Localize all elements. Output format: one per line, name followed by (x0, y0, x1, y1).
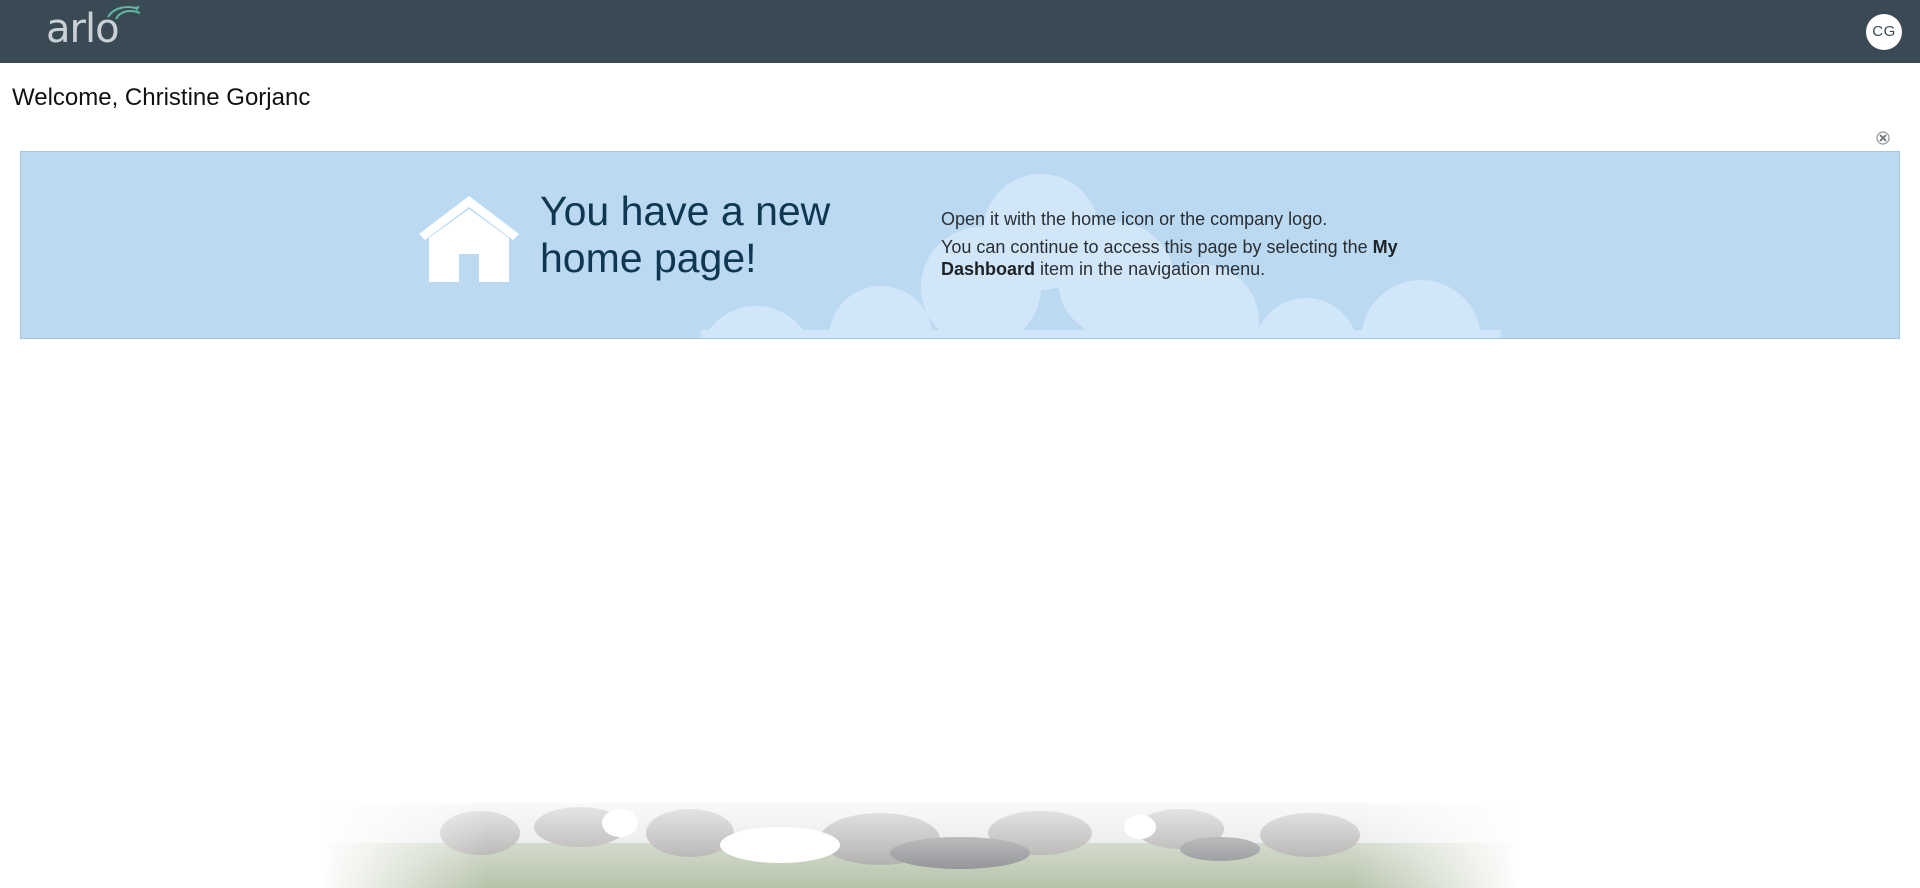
banner-info: Open it with the home icon or the compan… (941, 208, 1461, 286)
close-icon[interactable] (1875, 130, 1891, 146)
company-logo[interactable]: arlo (46, 4, 146, 54)
banner-headline: You have a new home page! (540, 188, 831, 281)
banner-info-line-1: Open it with the home icon or the compan… (941, 209, 1328, 229)
logo-bird-mark (107, 6, 141, 20)
home-icon (419, 196, 519, 282)
banner-info-line-2-suffix: item in the navigation menu. (1035, 259, 1266, 279)
banner-info-line-2: You can continue to access this page by … (941, 236, 1461, 280)
new-home-page-banner: You have a new home page! Open it with t… (20, 151, 1900, 339)
welcome-heading: Welcome, Christine Gorjanc (12, 84, 311, 111)
banner-info-line-2-prefix: You can continue to access this page by … (941, 237, 1373, 257)
photo-fade-overlay (320, 803, 1520, 888)
top-bar: arlo CG (0, 0, 1920, 63)
team-photo-background (320, 803, 1520, 888)
user-avatar[interactable]: CG (1866, 14, 1902, 50)
